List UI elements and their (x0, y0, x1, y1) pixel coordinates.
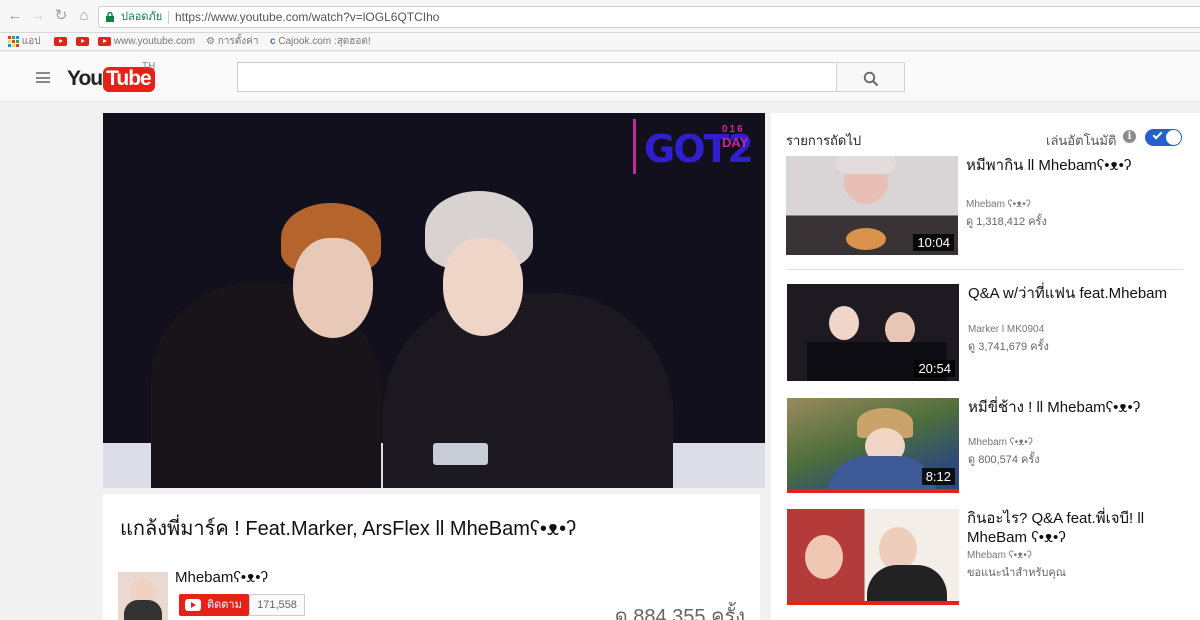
autoplay-label: เล่นอัตโนมัติ (1046, 133, 1117, 148)
search-icon (863, 71, 879, 87)
youtube-favicon-icon (76, 36, 89, 46)
up-next-heading: รายการถัดไป (786, 133, 862, 148)
bookmark-youtube-1[interactable] (54, 35, 67, 49)
watermark-day-text: 016 DAY (722, 123, 752, 149)
search-button[interactable] (836, 62, 905, 92)
apps-icon (8, 35, 19, 47)
youtube-play-icon (185, 599, 201, 611)
bookmark-label: Cajook.com :สุดฮอต! (278, 36, 371, 47)
video-channel: Mhebam ʕ•ᴥ•ʔ (967, 550, 1032, 561)
youtube-favicon-icon (98, 36, 111, 46)
logo-region: TH (142, 61, 156, 72)
video-phone (433, 443, 488, 465)
view-count: ดู 884,355 ครั้ง (614, 606, 745, 620)
video-duration: 10:04 (913, 234, 954, 251)
list-item[interactable]: 8:12 หมีขี่ช้าง ! ll Mhebamʕ•ᴥ•ʔ Mhebam … (771, 398, 1200, 498)
bookmark-settings[interactable]: ⚙ การตั้งค่า (206, 35, 258, 49)
back-icon[interactable]: ← (6, 7, 24, 25)
check-icon (1152, 129, 1163, 140)
menu-icon[interactable] (36, 72, 50, 83)
list-item[interactable]: กินอะไร? Q&A feat.พี่เจบี! ll MheBam ʕ•ᴥ… (771, 509, 1200, 609)
bookmark-label: การตั้งค่า (217, 36, 259, 47)
thumb-face (805, 535, 843, 579)
divider (786, 269, 1183, 270)
video-title[interactable]: หมีพากิน ll Mhebamʕ•ᴥ•ʔ (966, 156, 1196, 175)
video-views: ดู 3,741,679 ครั้ง (968, 341, 1049, 353)
thumb-body (827, 456, 937, 493)
toggle-knob (1166, 130, 1181, 145)
logo-you-text: You (67, 67, 103, 90)
watermark-day: DAY (722, 135, 749, 150)
subscribe-label: ติดตาม (207, 599, 242, 611)
recommended-label: ขอแนะนำสำหรับคุณ (967, 567, 1066, 579)
video-channel: Marker l MK0904 (968, 324, 1045, 335)
cajook-icon: c (270, 36, 276, 47)
bookmark-label: www.youtube.com (113, 36, 195, 47)
youtube-favicon-icon (54, 36, 67, 46)
thumb-body (867, 565, 947, 605)
video-title[interactable]: Q&A w/ว่าที่แฟน feat.Mhebam (968, 284, 1198, 303)
video-title: แกล้งพี่มาร์ค ! Feat.Marker, ArsFlex ll … (120, 518, 577, 540)
gear-icon: ⚙ (206, 36, 215, 47)
lock-icon (106, 12, 114, 22)
bookmark-youtube-2[interactable] (76, 35, 89, 49)
browser-toolbar: ← → ↻ ⌂ ปลอดภัย https://www.youtube.com/… (0, 0, 1200, 33)
video-thumbnail[interactable] (787, 509, 959, 605)
list-item[interactable]: 10:04 หมีพากิน ll Mhebamʕ•ᴥ•ʔ Mhebam ʕ•ᴥ… (771, 156, 1200, 256)
home-icon[interactable]: ⌂ (75, 7, 93, 25)
video-face-left (293, 238, 373, 338)
video-title[interactable]: หมีขี่ช้าง ! ll Mhebamʕ•ᴥ•ʔ (968, 398, 1198, 417)
bookmark-apps[interactable]: แอป (8, 35, 41, 49)
thumb-face (885, 312, 915, 346)
bookmarks-bar: แอป www.youtube.com ⚙ การตั้งค่า c Cajoo… (0, 33, 1200, 51)
video-title[interactable]: กินอะไร? Q&A feat.พี่เจบี! ll MheBam ʕ•ᴥ… (967, 509, 1167, 547)
url-text[interactable]: https://www.youtube.com/watch?v=lOGL6QTC… (175, 7, 439, 27)
thumb-hair (836, 156, 896, 174)
autoplay-toggle[interactable] (1145, 129, 1182, 146)
channel-watermark: GOT2 016 DAY (633, 119, 754, 174)
video-person-right (383, 293, 673, 488)
video-channel: Mhebam ʕ•ᴥ•ʔ (966, 199, 1031, 210)
search-input[interactable] (237, 62, 837, 92)
thumb-face (829, 306, 859, 340)
video-thumbnail[interactable]: 10:04 (786, 156, 958, 255)
video-channel: Mhebam ʕ•ᴥ•ʔ (968, 437, 1033, 448)
bookmark-youtube-3[interactable]: www.youtube.com (98, 35, 195, 49)
up-next-sidebar: รายการถัดไป เล่นอัตโนมัติ i 10:04 หมีพาก… (771, 113, 1200, 620)
thumb-bowl (846, 228, 886, 250)
list-item[interactable]: 20:54 Q&A w/ว่าที่แฟน feat.Mhebam Marker… (771, 284, 1200, 384)
video-views: ดู 800,574 ครั้ง (968, 454, 1040, 466)
address-divider (168, 11, 169, 24)
info-icon[interactable]: i (1123, 130, 1136, 143)
watched-progress-bar (787, 601, 959, 605)
video-info-panel: แกล้งพี่มาร์ค ! Feat.Marker, ArsFlex ll … (103, 494, 760, 620)
reload-icon[interactable]: ↻ (52, 7, 70, 25)
video-views: ดู 1,318,412 ครั้ง (966, 216, 1047, 228)
address-bar[interactable]: ปลอดภัย https://www.youtube.com/watch?v=… (98, 6, 1200, 28)
video-thumbnail[interactable]: 8:12 (787, 398, 959, 493)
channel-name[interactable]: Mhebamʕ•ᴥ•ʔ (175, 569, 268, 586)
youtube-logo[interactable]: You Tube TH (67, 61, 155, 93)
bookmark-label: แอป (21, 36, 41, 47)
subscriber-count: 171,558 (249, 594, 305, 616)
secure-label: ปลอดภัย (121, 11, 163, 23)
video-thumbnail[interactable]: 20:54 (787, 284, 959, 381)
video-duration: 20:54 (914, 360, 955, 377)
forward-icon[interactable]: → (29, 7, 47, 25)
channel-avatar[interactable] (118, 572, 168, 620)
subscribe-button[interactable]: ติดตาม (179, 594, 249, 616)
video-player[interactable]: GOT2 016 DAY (103, 113, 765, 488)
video-duration: 8:12 (921, 468, 955, 485)
youtube-header: You Tube TH (0, 52, 1200, 102)
bookmark-cajook[interactable]: c Cajook.com :สุดฮอต! (270, 35, 371, 49)
watched-progress-bar (787, 489, 959, 493)
video-face-right (443, 238, 523, 336)
